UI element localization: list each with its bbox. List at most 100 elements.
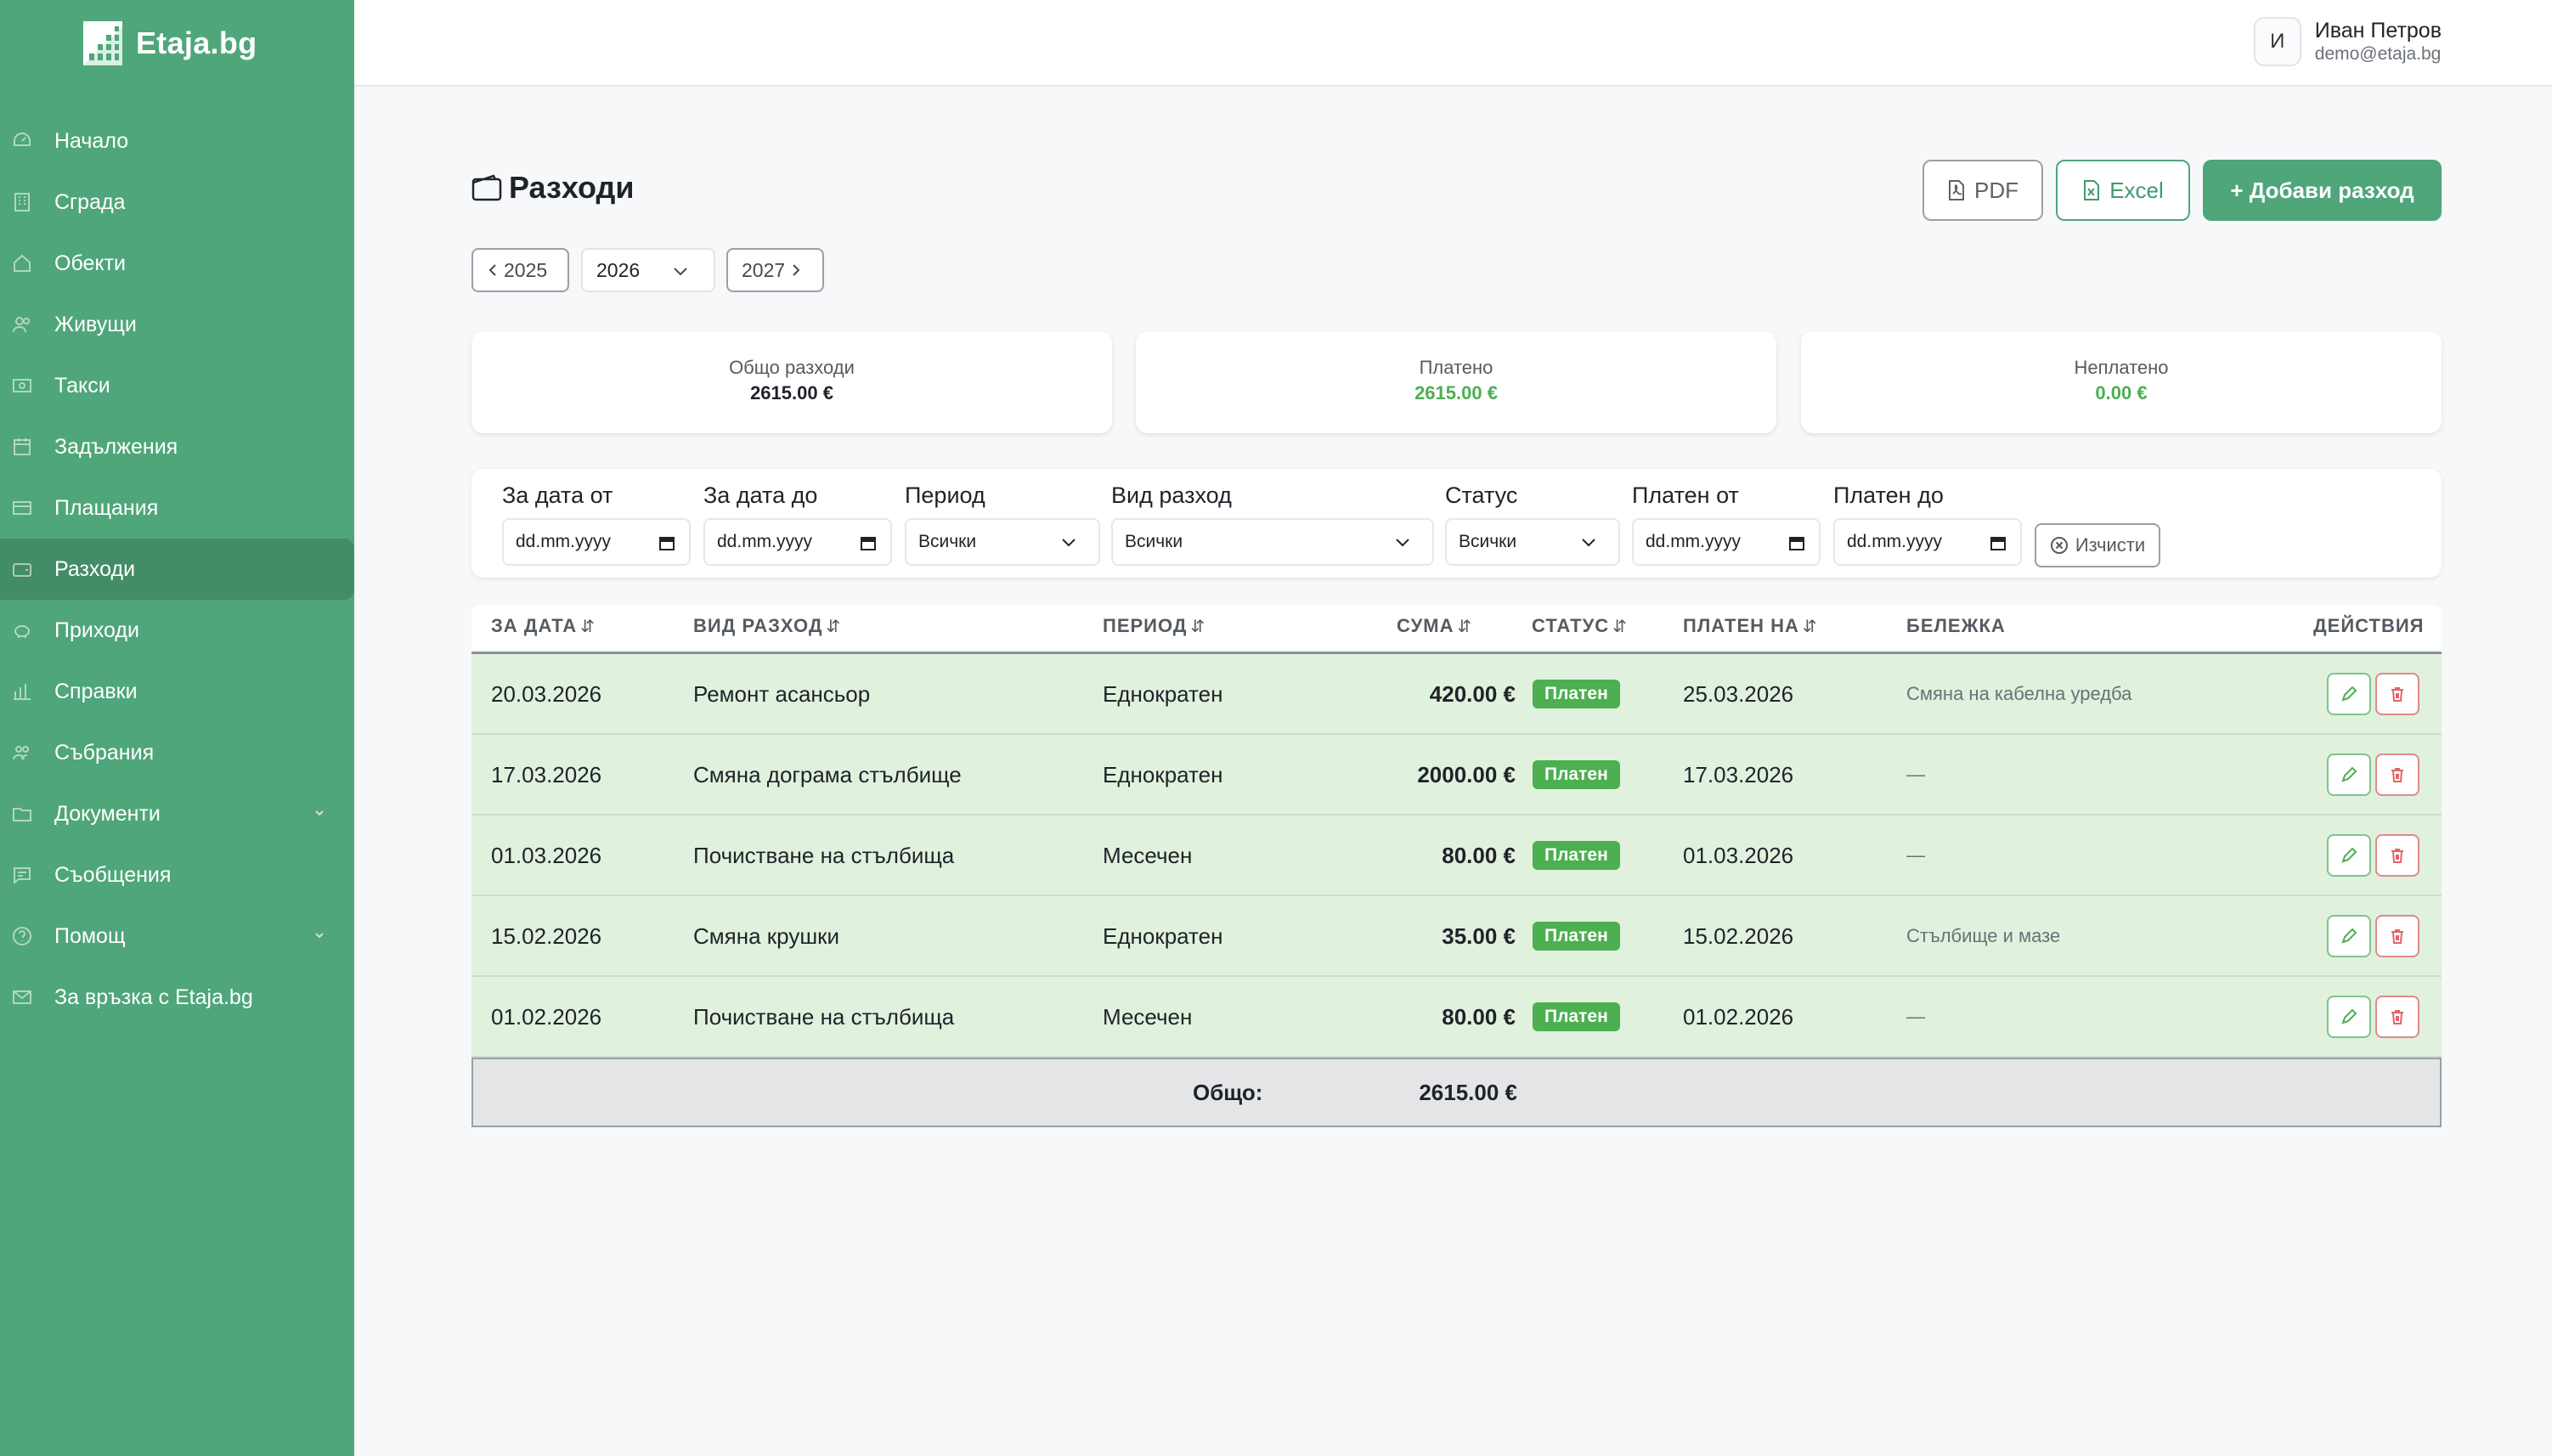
sidebar: Etaja.bg Начало Сграда Обекти Живущи Так… [0,0,354,1456]
column-header-label: СУМА [1397,615,1454,636]
column-header-period[interactable]: ПЕРИОД ⇵ [1103,615,1205,637]
table-row: 15.02.2026 Смяна крушки Еднократен 35.00… [471,896,2442,977]
status-badge: Платен [1533,841,1620,870]
export-pdf-button[interactable]: PDF [1922,160,2043,221]
cell-amount: 80.00 € [1442,843,1516,868]
sidebar-item-label: Обекти [54,251,127,275]
people-icon [12,742,32,763]
delete-button[interactable] [2375,915,2419,957]
year-select[interactable]: 2026 [581,248,715,292]
sidebar-item-meetings[interactable]: Събрания [0,722,354,783]
sidebar-item-building[interactable]: Сграда [0,172,354,233]
sidebar-item-home[interactable]: Начало [0,110,354,172]
edit-button[interactable] [2327,753,2371,796]
next-year-label: 2027 [742,258,786,281]
sidebar-item-label: Такси [54,373,110,398]
cell-period: Еднократен [1103,762,1223,787]
sidebar-item-label: Приходи [54,618,139,642]
brand[interactable]: Etaja.bg [82,19,257,68]
delete-button[interactable] [2375,753,2419,796]
column-header-amount[interactable]: СУМА ⇵ [1397,615,1472,637]
sidebar-item-documents[interactable]: Документи [0,783,354,844]
sidebar-item-label: Сграда [54,189,126,214]
filter-date-from-input[interactable]: dd.mm.yyyy [502,518,691,566]
cell-paid-on: 01.02.2026 [1683,1004,1794,1030]
sidebar-item-label: Документи [54,801,161,826]
sidebar-item-messages[interactable]: Съобщения [0,844,354,906]
brand-name: Etaja.bg [136,25,257,60]
trash-icon [2391,768,2403,782]
sidebar-item-units[interactable]: Обекти [0,233,354,294]
filter-date-to-label: За дата до [703,483,818,508]
user-name: Иван Петров [2314,19,2442,42]
select-value: Всички [1459,532,1517,551]
filter-status-select[interactable]: Всички [1445,518,1620,566]
edit-button[interactable] [2327,996,2371,1038]
message-icon [12,865,32,885]
chevron-left-icon [488,264,496,276]
sidebar-item-obligations[interactable]: Задължения [0,416,354,477]
delete-button[interactable] [2375,996,2419,1038]
select-value: Всички [918,532,977,551]
cell-type: Почистване на стълбища [693,1004,955,1030]
filter-date-to-input[interactable]: dd.mm.yyyy [703,518,892,566]
sidebar-item-label: Помощ [54,923,126,948]
column-header-date[interactable]: ЗА ДАТА ⇵ [491,615,596,637]
status-badge: Платен [1533,1002,1620,1031]
column-header-label: ВИД РАЗХОД [693,615,823,636]
cell-amount: 80.00 € [1442,1004,1516,1030]
cell-period: Месечен [1103,1004,1193,1030]
export-excel-button[interactable]: Excel [2056,160,2190,221]
filter-expense-type-select[interactable]: Всички [1111,518,1434,566]
filter-paid-from-label: Платен от [1632,483,1739,508]
sidebar-item-residents[interactable]: Живущи [0,294,354,355]
cell-type: Смяна дограма стълбище [693,762,962,787]
pencil-icon [2341,847,2357,863]
filter-period-select[interactable]: Всички [905,518,1100,566]
sidebar-item-expenses[interactable]: Разходи [0,539,354,600]
table-row: 01.02.2026 Почистване на стълбища Месече… [471,977,2442,1058]
delete-button[interactable] [2375,673,2419,715]
delete-button[interactable] [2375,834,2419,877]
page-title-text: Разходи [509,170,635,205]
cell-date: 17.03.2026 [491,762,602,787]
cell-paid-on: 25.03.2026 [1683,681,1794,707]
column-header-label: БЕЛЕЖКА [1906,615,2006,636]
edit-button[interactable] [2327,834,2371,877]
sidebar-item-help[interactable]: Помощ [0,906,354,967]
previous-year-button[interactable]: 2025 [471,248,569,292]
user-email: demo@etaja.bg [2314,44,2442,64]
date-placeholder: dd.mm.yyyy [1646,532,1742,551]
filter-paid-from-input[interactable]: dd.mm.yyyy [1632,518,1821,566]
sidebar-item-payments[interactable]: Плащания [0,477,354,539]
cell-type: Почистване на стълбища [693,843,955,868]
sidebar-item-income[interactable]: Приходи [0,600,354,661]
select-value: Всички [1125,532,1183,551]
pencil-icon [2341,766,2357,782]
next-year-button[interactable]: 2027 [726,248,824,292]
table-footer: Общо: 2615.00 € [471,1058,2442,1127]
chevron-right-icon [793,264,800,276]
home-icon [12,253,32,274]
cell-amount: 420.00 € [1429,681,1516,707]
add-expense-button[interactable]: + Добави разход [2203,160,2442,221]
column-header-status[interactable]: СТАТУС ⇵ [1532,615,1628,637]
chevron-down-icon [674,268,687,276]
avatar[interactable]: И [2253,17,2301,66]
filter-paid-to-input[interactable]: dd.mm.yyyy [1833,518,2022,566]
sidebar-item-contact[interactable]: За връзка с Etaja.bg [0,967,354,1028]
trash-icon [2391,929,2403,944]
calendar-icon [1789,537,1804,550]
cell-period: Месечен [1103,843,1193,868]
export-pdf-label: PDF [1974,177,2018,203]
sidebar-item-reports[interactable]: Справки [0,661,354,722]
user-menu[interactable]: И Иван Петров demo@etaja.bg [2253,17,2442,66]
edit-button[interactable] [2327,673,2371,715]
summary-label: Платено [1419,357,1493,378]
column-header-type[interactable]: ВИД РАЗХОД ⇵ [693,615,841,637]
edit-button[interactable] [2327,915,2371,957]
clear-filters-button[interactable]: Изчисти [2035,523,2160,567]
sidebar-item-fees[interactable]: Такси [0,355,354,416]
cell-period: Еднократен [1103,681,1223,707]
column-header-paid-on[interactable]: ПЛАТЕН НА ⇵ [1683,615,1818,637]
